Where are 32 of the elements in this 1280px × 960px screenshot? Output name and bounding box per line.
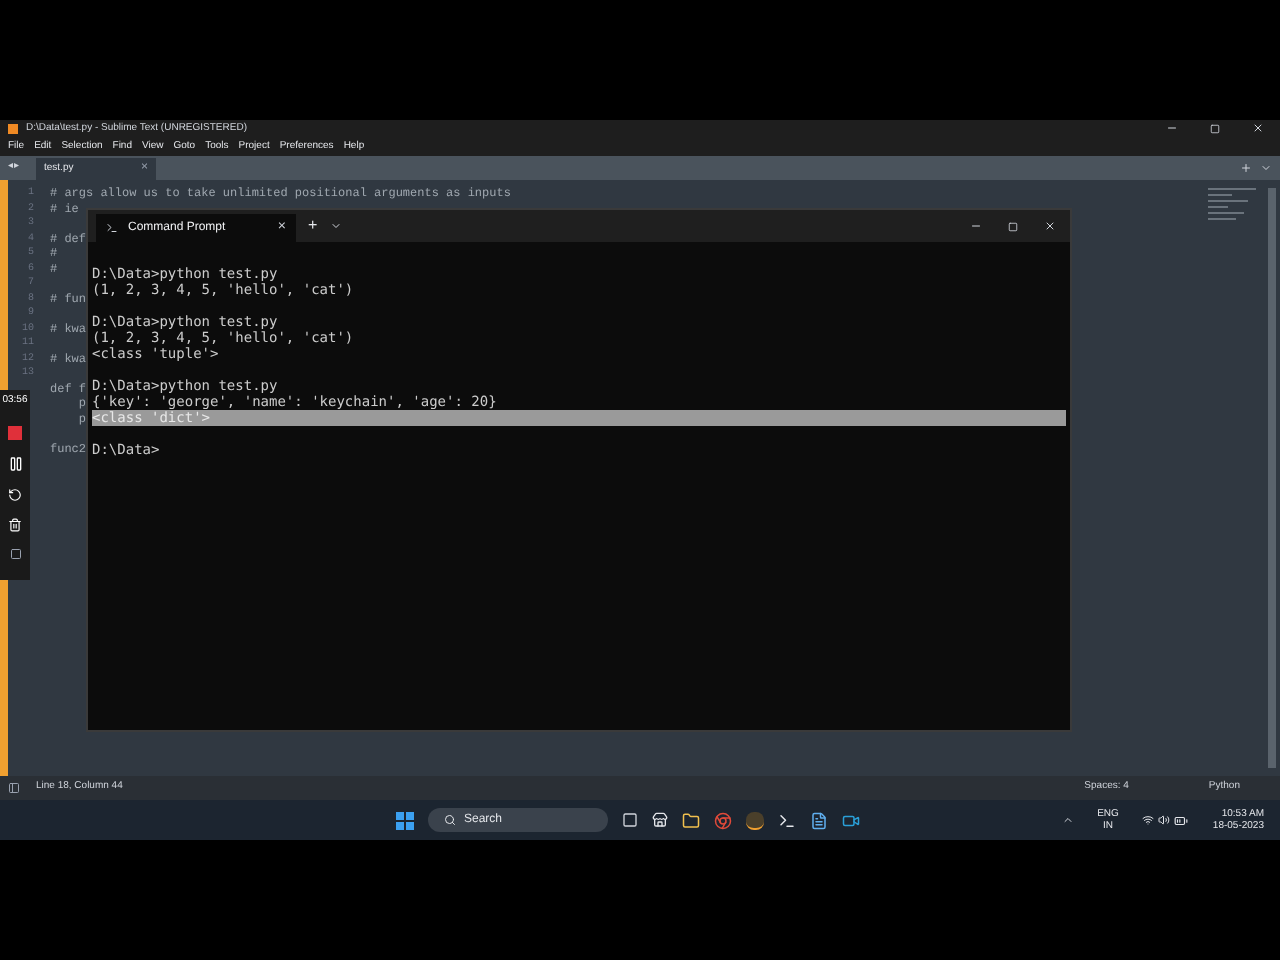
new-tab-button[interactable]: + [308,214,318,238]
tray-overflow-icon[interactable] [1061,814,1074,826]
notepad-icon[interactable] [810,811,828,829]
panel-icon[interactable] [8,782,20,794]
new-tab-icon[interactable] [1240,162,1252,174]
battery-icon[interactable] [1174,813,1189,827]
volume-icon[interactable] [1158,814,1171,826]
scrollbar[interactable] [1268,188,1276,768]
browser-icon[interactable] [714,811,732,829]
wifi-icon[interactable] [1142,814,1155,826]
minimize-icon[interactable] [1166,122,1178,134]
video-icon[interactable] [842,811,860,829]
pause-icon[interactable] [7,455,23,471]
maximize-icon[interactable] [1210,123,1220,133]
tab-list-icon[interactable] [1260,162,1272,174]
minimap [1208,188,1256,220]
terminal-icon[interactable] [778,811,796,829]
search-icon [444,814,456,826]
app-icon [8,123,18,133]
close-icon[interactable] [1044,220,1056,232]
restart-icon[interactable] [8,487,22,501]
store-icon[interactable] [652,812,668,828]
dropdown-icon[interactable] [329,220,342,232]
terminal-tab-icon [106,222,118,234]
start-icon[interactable] [396,811,414,829]
task-view-icon[interactable] [622,812,638,828]
folder-icon[interactable] [682,811,700,829]
trash-icon[interactable] [8,517,22,531]
minimize-icon[interactable] [970,220,982,232]
close-icon[interactable] [1252,122,1264,134]
maximize-icon[interactable] [1008,221,1018,231]
stop-button[interactable] [8,425,22,439]
